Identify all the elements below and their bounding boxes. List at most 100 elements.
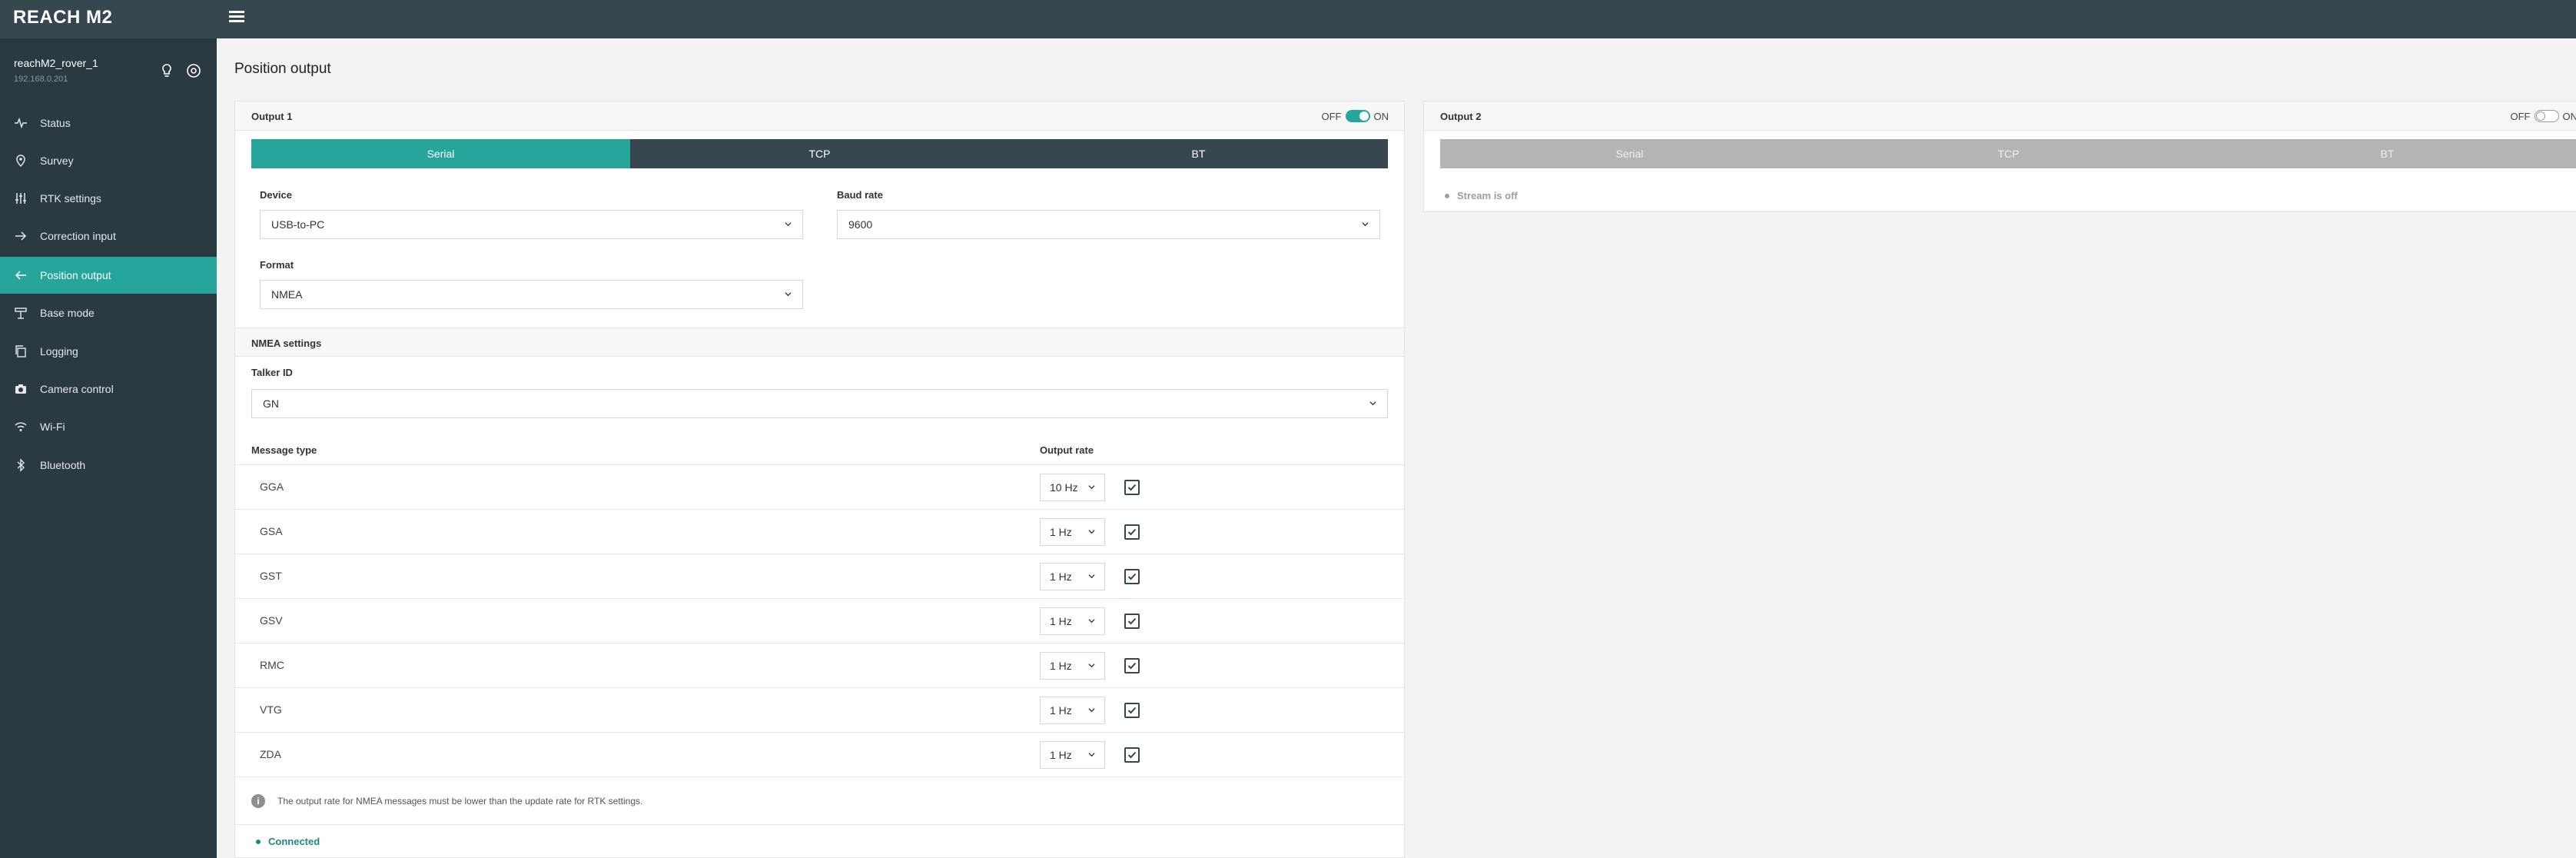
device-select-value: USB-to-PC xyxy=(271,218,325,231)
enable-checkbox[interactable] xyxy=(1124,614,1140,629)
chevron-down-icon xyxy=(1088,619,1095,624)
chevron-down-icon xyxy=(1088,485,1095,490)
talker-id-select[interactable]: GN xyxy=(251,389,1388,418)
camera-icon xyxy=(13,381,28,397)
tab-tcp[interactable]: TCP xyxy=(1819,139,2198,168)
top-bar: REACH M2 xyxy=(0,0,2576,38)
status-dot xyxy=(1445,194,1449,198)
tab-tcp[interactable]: TCP xyxy=(630,139,1009,168)
tab-bt[interactable]: BT xyxy=(2198,139,2576,168)
status-text: Stream is off xyxy=(1457,190,1518,201)
rate-select[interactable]: 1 Hz xyxy=(1040,697,1105,724)
rate-value: 1 Hz xyxy=(1050,615,1072,627)
output-rate-header: Output rate xyxy=(1040,444,1094,456)
sidebar-item-position-output[interactable]: Position output xyxy=(0,257,217,294)
sidebar-item-logging[interactable]: Logging xyxy=(0,333,217,370)
toggle-on-label: ON xyxy=(1373,110,1389,122)
sidebar-item-correction-input[interactable]: Correction input xyxy=(0,218,217,254)
output-1-title: Output 1 xyxy=(251,111,293,122)
wifi-icon xyxy=(13,419,28,434)
sidebar-item-status[interactable]: Status xyxy=(0,105,217,141)
output-2-title: Output 2 xyxy=(1440,111,1482,122)
output-2-tabs: Serial TCP BT xyxy=(1440,139,2576,168)
chevron-down-icon xyxy=(1088,753,1095,757)
toggle-on-label: ON xyxy=(2562,110,2576,122)
device-label: Device xyxy=(260,189,292,201)
output-2-card: Output 2 OFF ON Serial TCP BT Stream is … xyxy=(1423,101,2576,212)
talker-id-value: GN xyxy=(263,397,279,410)
rate-value: 1 Hz xyxy=(1050,526,1072,538)
settings-icon[interactable] xyxy=(185,62,202,79)
enable-checkbox[interactable] xyxy=(1124,747,1140,763)
nmea-settings-header: NMEA settings xyxy=(235,328,1404,357)
sidebar-item-base-mode[interactable]: Base mode xyxy=(0,294,217,331)
table-row: GSV 1 Hz xyxy=(235,598,1404,643)
output-1-switch[interactable] xyxy=(1345,110,1370,122)
lightbulb-icon[interactable] xyxy=(158,62,175,79)
arrow-right-icon xyxy=(13,228,28,244)
format-value: NMEA xyxy=(271,288,303,301)
enable-checkbox[interactable] xyxy=(1124,658,1140,673)
chevron-down-icon xyxy=(1362,222,1369,227)
note-text: The output rate for NMEA messages must b… xyxy=(277,796,643,806)
sidebar-item-wifi[interactable]: Wi-Fi xyxy=(0,408,217,445)
sidebar-item-label: Position output xyxy=(40,269,111,281)
connection-status: Connected xyxy=(235,824,1404,858)
table-row: RMC 1 Hz xyxy=(235,643,1404,687)
message-name: VTG xyxy=(260,703,282,716)
output-2-header: Output 2 OFF ON xyxy=(1424,101,2576,131)
pulse-icon xyxy=(13,115,28,131)
enable-checkbox[interactable] xyxy=(1124,703,1140,718)
chevron-down-icon xyxy=(1088,663,1095,668)
tab-serial[interactable]: Serial xyxy=(1440,139,1819,168)
rate-select[interactable]: 1 Hz xyxy=(1040,518,1105,546)
output-2-toggle[interactable]: OFF ON xyxy=(2511,110,2576,122)
format-select[interactable]: NMEA xyxy=(260,280,803,309)
enable-checkbox[interactable] xyxy=(1124,569,1140,584)
enable-checkbox[interactable] xyxy=(1124,524,1140,540)
sliders-icon xyxy=(13,191,28,206)
table-row: VTG 1 Hz xyxy=(235,687,1404,732)
tab-serial[interactable]: Serial xyxy=(251,139,630,168)
rate-select[interactable]: 1 Hz xyxy=(1040,563,1105,590)
sidebar-item-rtk-settings[interactable]: RTK settings xyxy=(0,180,217,217)
sidebar-item-bluetooth[interactable]: Bluetooth xyxy=(0,447,217,484)
menu-icon[interactable] xyxy=(227,8,246,27)
toggle-off-label: OFF xyxy=(1321,110,1342,122)
check-icon xyxy=(1127,528,1137,536)
rate-select[interactable]: 1 Hz xyxy=(1040,741,1105,769)
chevron-down-icon xyxy=(1088,574,1095,579)
enable-checkbox[interactable] xyxy=(1124,480,1140,495)
output-2-switch[interactable] xyxy=(2534,110,2559,122)
sidebar-item-label: Correction input xyxy=(40,230,116,242)
check-icon xyxy=(1127,484,1137,491)
sidebar-item-survey[interactable]: Survey xyxy=(0,142,217,179)
sidebar-item-label: Survey xyxy=(40,155,74,167)
sidebar-item-label: Camera control xyxy=(40,383,114,395)
check-icon xyxy=(1127,573,1137,580)
arrow-left-icon xyxy=(13,268,28,283)
tab-bt[interactable]: BT xyxy=(1009,139,1388,168)
rate-value: 1 Hz xyxy=(1050,749,1072,761)
check-icon xyxy=(1127,662,1137,670)
rate-select[interactable]: 1 Hz xyxy=(1040,652,1105,680)
device-ip: 192.168.0.201 xyxy=(14,75,68,84)
rate-select[interactable]: 10 Hz xyxy=(1040,474,1105,501)
message-name: ZDA xyxy=(260,748,281,760)
sidebar-item-camera-control[interactable]: Camera control xyxy=(0,371,217,407)
output-1-toggle[interactable]: OFF ON xyxy=(1322,110,1389,122)
nmea-settings-title: NMEA settings xyxy=(251,338,322,349)
output-1-header: Output 1 OFF ON xyxy=(235,101,1404,131)
sidebar-item-label: Status xyxy=(40,117,71,129)
table-row: ZDA 1 Hz xyxy=(235,732,1404,777)
device-select[interactable]: USB-to-PC xyxy=(260,210,803,239)
info-note: i The output rate for NMEA messages must… xyxy=(235,777,1404,824)
bluetooth-icon xyxy=(13,457,28,473)
rate-value: 1 Hz xyxy=(1050,660,1072,672)
baud-rate-select[interactable]: 9600 xyxy=(837,210,1380,239)
info-icon: i xyxy=(251,794,265,808)
sidebar-item-label: Base mode xyxy=(40,307,95,319)
brand-logo: REACH M2 xyxy=(13,7,113,28)
rate-select[interactable]: 1 Hz xyxy=(1040,607,1105,635)
rate-value: 10 Hz xyxy=(1050,481,1078,494)
